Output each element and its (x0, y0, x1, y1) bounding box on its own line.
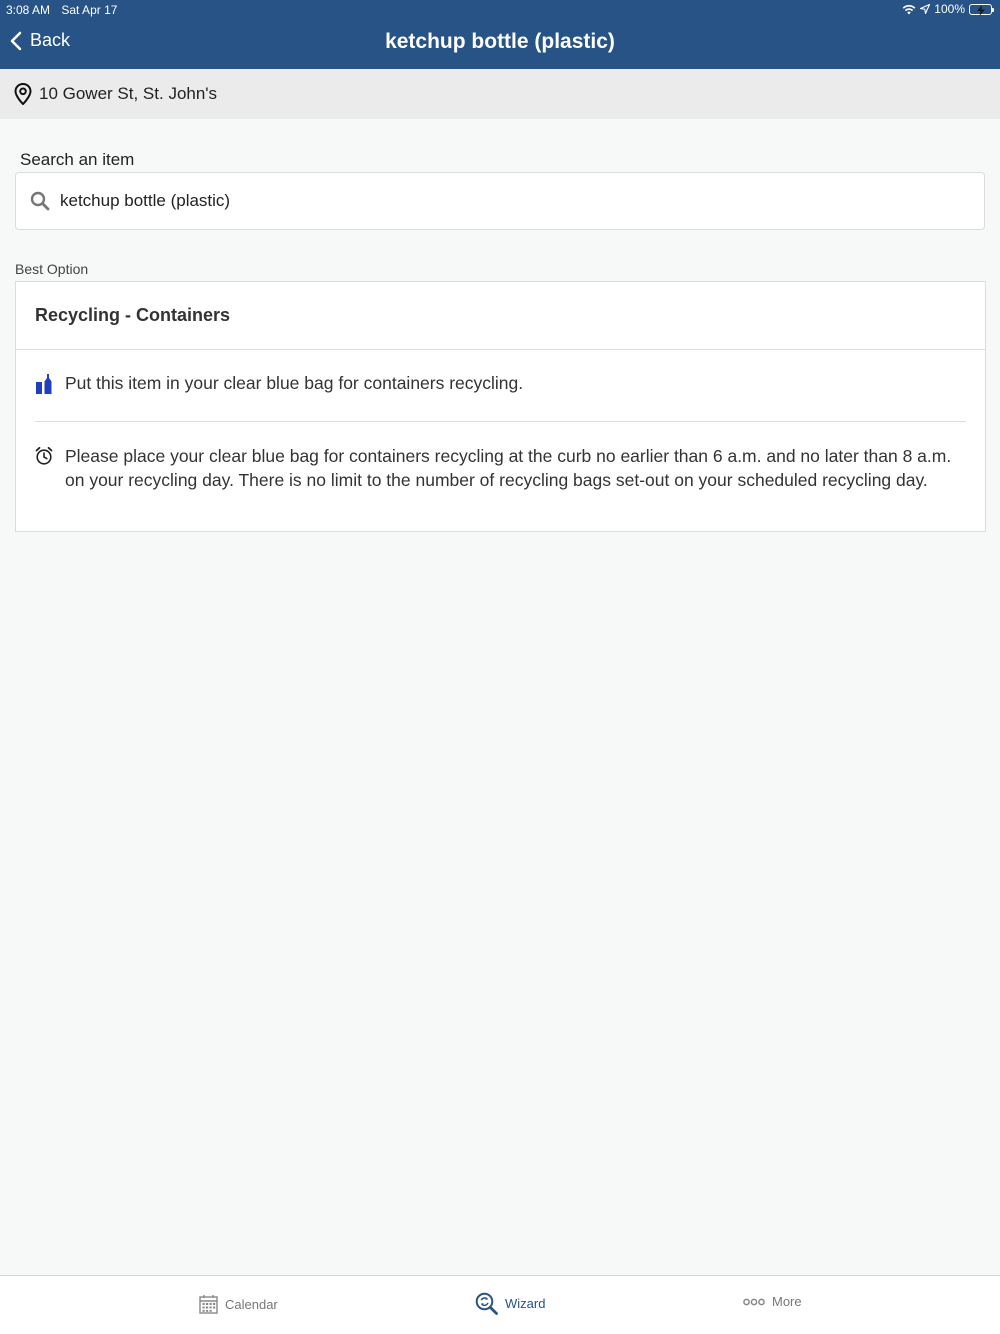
more-dots-icon (743, 1298, 765, 1305)
tab-bar: Calendar Wizard More (0, 1275, 1000, 1334)
search-input[interactable] (60, 191, 940, 211)
best-option-label: Best Option (15, 261, 89, 277)
tab-wizard[interactable]: Wizard (475, 1292, 545, 1315)
alarm-clock-icon (35, 444, 55, 471)
best-option-card: Recycling - Containers Put this item in … (15, 281, 986, 532)
disposal-method-title: Recycling - Containers (16, 282, 985, 350)
wizard-search-icon (475, 1292, 498, 1315)
schedule-row: Please place your clear blue bag for con… (35, 422, 966, 492)
tab-wizard-label: Wizard (505, 1296, 546, 1311)
calendar-icon (199, 1295, 218, 1314)
instruction-row: Put this item in your clear blue bag for… (35, 350, 966, 422)
address-text: 10 Gower St, St. John's (39, 84, 218, 103)
wifi-icon (902, 4, 916, 14)
tab-more-label: More (772, 1294, 802, 1309)
instruction-text: Put this item in your clear blue bag for… (65, 373, 524, 393)
status-time: 3:08 AM (6, 3, 51, 17)
search-label: Search an item (20, 150, 135, 169)
battery-icon (969, 3, 994, 16)
location-pin-icon (14, 83, 32, 105)
schedule-text: Please place your clear blue bag for con… (65, 446, 952, 490)
status-bar-right: 100% (902, 2, 994, 16)
search-field[interactable] (15, 172, 985, 230)
tab-calendar[interactable]: Calendar (199, 1294, 278, 1314)
address-bar[interactable]: 10 Gower St, St. John's (0, 69, 1000, 119)
containers-recycling-icon (35, 371, 55, 400)
tab-calendar-label: Calendar (225, 1296, 278, 1312)
page-title: ketchup bottle (plastic) (385, 30, 615, 53)
status-bar-left: 3:08 AM Sat Apr 17 (6, 3, 117, 17)
location-arrow-icon (920, 4, 931, 14)
search-icon (30, 191, 50, 211)
navigation-header: 3:08 AM Sat Apr 17 100% Back ketchup bot… (0, 0, 1000, 69)
tab-more[interactable]: More (743, 1294, 802, 1309)
battery-percentage: 100% (934, 2, 965, 16)
status-date: Sat Apr 17 (61, 3, 118, 17)
